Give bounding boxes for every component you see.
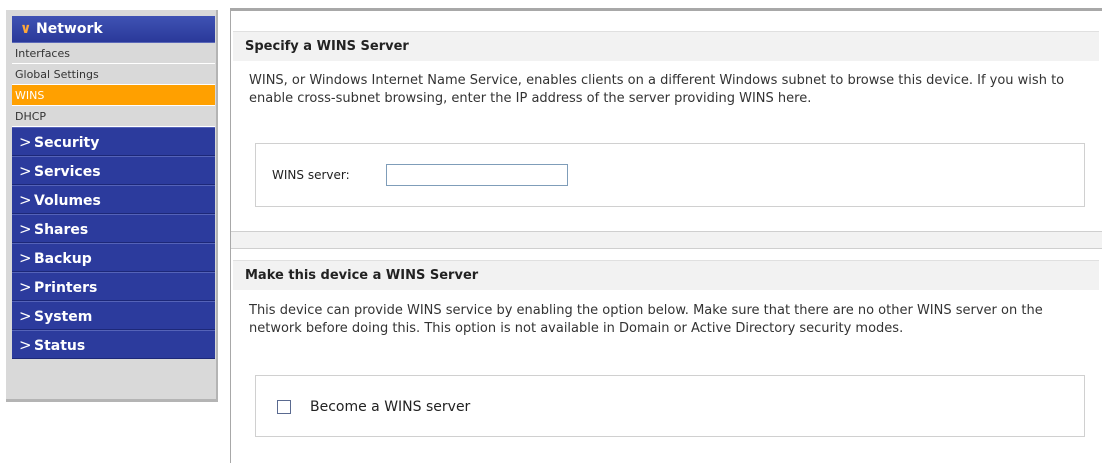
sidebar-group-services[interactable]: > Services [12,156,215,185]
sidebar-group-label: Volumes [34,193,101,209]
sidebar-group-shares[interactable]: > Shares [12,214,215,243]
sidebar-group-label: Status [34,338,86,354]
sidebar-group-label: System [34,309,93,325]
sidebar-group-label: Printers [34,280,98,296]
chevron-right-icon: > [19,307,32,325]
wins-server-field-group: WINS server: [255,143,1085,207]
sidebar-menu: ∨ Network Interfaces Global Settings WINS… [12,16,215,359]
sidebar-item-label: WINS [15,89,45,102]
become-wins-server-label[interactable]: Become a WINS server [310,399,470,415]
become-wins-server-group: Become a WINS server [255,375,1085,437]
section-description: WINS, or Windows Internet Name Service, … [249,73,1065,106]
sidebar-group-status[interactable]: > Status [12,330,215,359]
sidebar-item-interfaces[interactable]: Interfaces [12,43,215,64]
become-wins-server-checkbox[interactable] [277,400,291,414]
chevron-right-icon: > [19,133,32,151]
wins-server-label: WINS server: [272,168,350,182]
main-content: Specify a WINS Server WINS, or Windows I… [230,8,1102,463]
sidebar-item-label: Interfaces [15,47,70,60]
chevron-right-icon: > [19,162,32,180]
section-divider [231,231,1102,249]
chevron-down-icon: ∨ [20,21,32,37]
section-title-make-wins-server: Make this device a WINS Server [233,260,1099,290]
sidebar-group-label: Shares [34,222,89,238]
sidebar-group-printers[interactable]: > Printers [12,272,215,301]
section-description: This device can provide WINS service by … [249,303,1043,336]
sidebar-item-global-settings[interactable]: Global Settings [12,64,215,85]
chevron-right-icon: > [19,191,32,209]
sidebar-group-volumes[interactable]: > Volumes [12,185,215,214]
sidebar-group-system[interactable]: > System [12,301,215,330]
sidebar-item-label: Global Settings [15,68,99,81]
chevron-right-icon: > [19,336,32,354]
sidebar-group-network[interactable]: ∨ Network [12,16,215,43]
sidebar-item-wins[interactable]: WINS [12,85,215,106]
sidebar-group-label: Security [34,135,100,151]
sidebar: ∨ Network Interfaces Global Settings WINS… [6,10,218,402]
wins-server-input[interactable] [386,164,568,186]
sidebar-group-label: Backup [34,251,92,267]
sidebar-group-backup[interactable]: > Backup [12,243,215,272]
chevron-right-icon: > [19,278,32,296]
chevron-right-icon: > [19,249,32,267]
sidebar-group-label: Network [36,21,103,37]
sidebar-group-security[interactable]: > Security [12,127,215,156]
sidebar-group-label: Services [34,164,101,180]
section-title-specify-wins: Specify a WINS Server [233,31,1099,61]
sidebar-item-dhcp[interactable]: DHCP [12,106,215,127]
chevron-right-icon: > [19,220,32,238]
sidebar-item-label: DHCP [15,110,47,123]
